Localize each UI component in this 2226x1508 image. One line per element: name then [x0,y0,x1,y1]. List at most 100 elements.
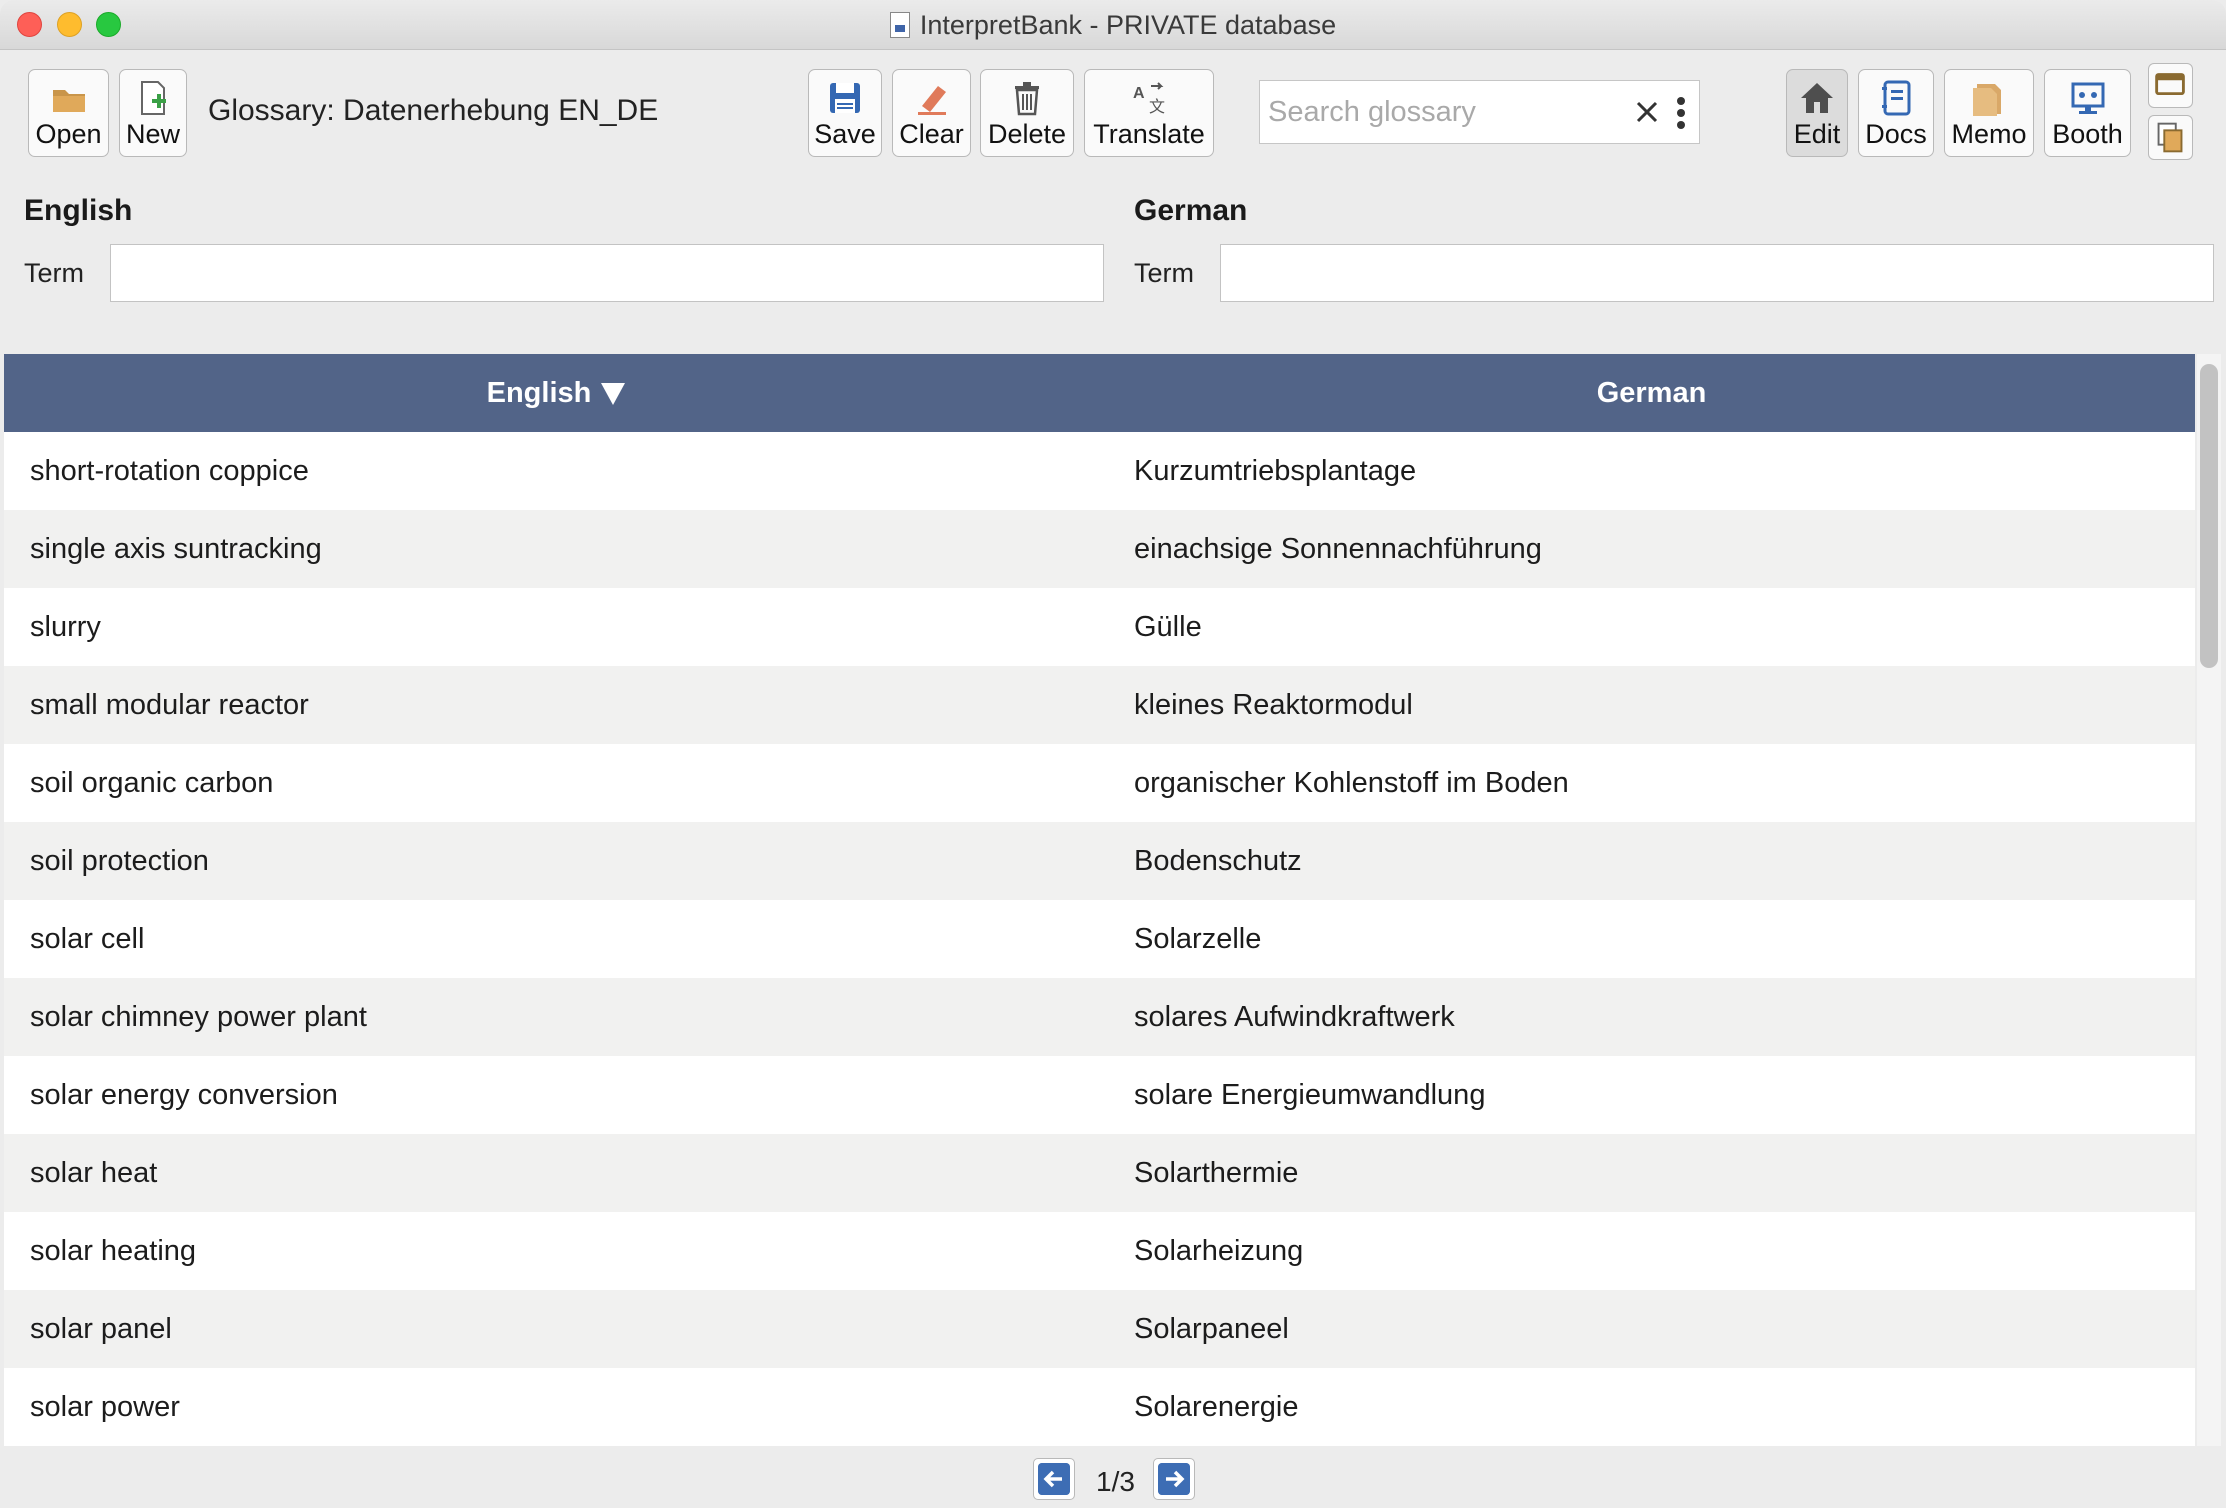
kebab-icon[interactable] [1676,97,1686,129]
cell-german: Kurzumtriebsplantage [1134,454,1417,487]
cell-english: solar panel [30,1312,172,1345]
window-mode-button[interactable] [2148,63,2193,108]
cell-english: solar energy conversion [30,1078,338,1111]
table-row[interactable]: single axis suntracking einachsige Sonnen… [4,510,2195,588]
window-icon [2155,73,2185,96]
svg-text:A: A [1133,85,1145,102]
cell-german: Bodenschutz [1134,844,1302,877]
german-term-input[interactable] [1220,244,2214,302]
cell-english: single axis suntracking [30,532,322,565]
translate-label: Translate [1093,119,1205,149]
trash-icon [1015,82,1039,116]
cell-german: Gülle [1134,610,1202,643]
notebook-icon [1882,80,1911,116]
memo-button[interactable]: Memo [1944,69,2034,157]
folder-icon [52,90,85,112]
next-page-button[interactable] [1153,1458,1195,1500]
booth-button[interactable]: Booth [2044,69,2131,157]
cell-english: solar power [30,1390,180,1423]
glossary-name: Glossary: Datenerhebung EN_DE [208,94,659,127]
cell-german: einachsige Sonnennachführung [1134,532,1542,565]
save-button[interactable]: Save [808,69,882,157]
table-header: English German [4,354,2195,432]
sort-descending-icon [601,383,626,405]
new-button[interactable]: New [119,69,187,157]
floppy-icon [830,83,860,113]
cell-english: solar chimney power plant [30,1000,367,1033]
booth-icon [2071,82,2104,114]
translate-button[interactable]: A 文 Translate [1084,69,1214,157]
scrollbar-thumb[interactable] [2200,364,2218,668]
cell-german: Solarzelle [1134,922,1262,955]
table-row[interactable]: solar chimney power plant solares Aufwind… [4,978,2195,1056]
delete-button[interactable]: Delete [980,69,1074,157]
svg-text:文: 文 [1149,98,1165,116]
table-row[interactable]: solar power Solarenergie [4,1368,2195,1446]
open-label: Open [35,119,102,149]
cell-english: small modular reactor [30,688,309,721]
table-row[interactable]: solar cell Solarzelle [4,900,2195,978]
title-bar: InterpretBank - PRIVATE database [0,0,2226,50]
save-label: Save [814,119,876,149]
cell-english: solar heat [30,1156,158,1189]
memo-label: Memo [1951,119,2027,149]
docs-button[interactable]: Docs [1858,69,1934,157]
open-button[interactable]: Open [28,69,109,157]
column-header-english-label: English [486,376,592,409]
cell-english: soil protection [30,844,209,877]
edit-label: Edit [1793,119,1841,149]
window-title: InterpretBank - PRIVATE database [919,9,1337,40]
copy-button[interactable] [2148,115,2193,160]
previous-page-button[interactable] [1033,1458,1075,1500]
glossary-table: English German short-rotation coppice Kur… [4,354,2195,1446]
table-row[interactable]: soil organic carbon organischer Kohlensto… [4,744,2195,822]
cell-english: solar heating [30,1234,197,1267]
docs-label: Docs [1865,119,1927,149]
english-term-input[interactable] [110,244,1104,302]
english-section-header: English [24,194,133,227]
clear-label: Clear [899,119,964,149]
arrow-right-icon [1158,1463,1190,1495]
new-file-icon [141,81,166,115]
table-row[interactable]: slurry Gülle [4,588,2195,666]
title-group: InterpretBank - PRIVATE database [0,0,2226,50]
english-term-label: Term [24,258,84,288]
table-row[interactable]: solar heat Solarthermie [4,1134,2195,1212]
column-header-german[interactable]: German [1108,354,2195,432]
cell-english: solar cell [30,922,145,955]
table-row[interactable]: short-rotation coppice Kurzumtriebsplanta… [4,432,2195,510]
table-row[interactable]: small modular reactor kleines Reaktormodu… [4,666,2195,744]
new-label: New [125,119,180,149]
german-term-label: Term [1134,258,1194,288]
booth-label: Booth [2052,119,2123,149]
search-input[interactable] [1268,81,1618,143]
cell-german: Solarheizung [1134,1234,1304,1267]
app-window: InterpretBank - PRIVATE database Open Ne… [0,0,2226,1508]
cell-english: slurry [30,610,101,643]
cell-german: Solarpaneel [1134,1312,1289,1345]
table-row[interactable]: solar panel Solarpaneel [4,1290,2195,1368]
table-row[interactable]: solar energy conversion solare Energieumw… [4,1056,2195,1134]
home-icon [1801,83,1833,113]
cell-german: solare Energieumwandlung [1134,1078,1486,1111]
german-section-header: German [1134,194,1248,227]
translate-icon: A 文 [1133,82,1165,116]
column-header-english[interactable]: English [4,354,1108,432]
copy-icon [2157,122,2183,153]
arrow-left-icon [1038,1463,1070,1495]
table-row[interactable]: soil protection Bodenschutz [4,822,2195,900]
cell-english: short-rotation coppice [30,454,309,487]
cell-german: kleines Reaktormodul [1134,688,1413,721]
document-icon [889,12,910,38]
clear-button[interactable]: Clear [892,69,971,157]
delete-label: Delete [987,119,1067,149]
table-row[interactable]: solar heating Solarheizung [4,1212,2195,1290]
cell-english: soil organic carbon [30,766,274,799]
cell-german: Solarthermie [1134,1156,1299,1189]
edit-button[interactable]: Edit [1786,69,1848,157]
cell-german: solares Aufwindkraftwerk [1134,1000,1455,1033]
close-x-icon[interactable] [1630,95,1664,129]
page-indicator: 1/3 [1096,1466,1135,1497]
column-header-german-label: German [1596,376,1707,409]
cell-german: Solarenergie [1134,1390,1299,1423]
